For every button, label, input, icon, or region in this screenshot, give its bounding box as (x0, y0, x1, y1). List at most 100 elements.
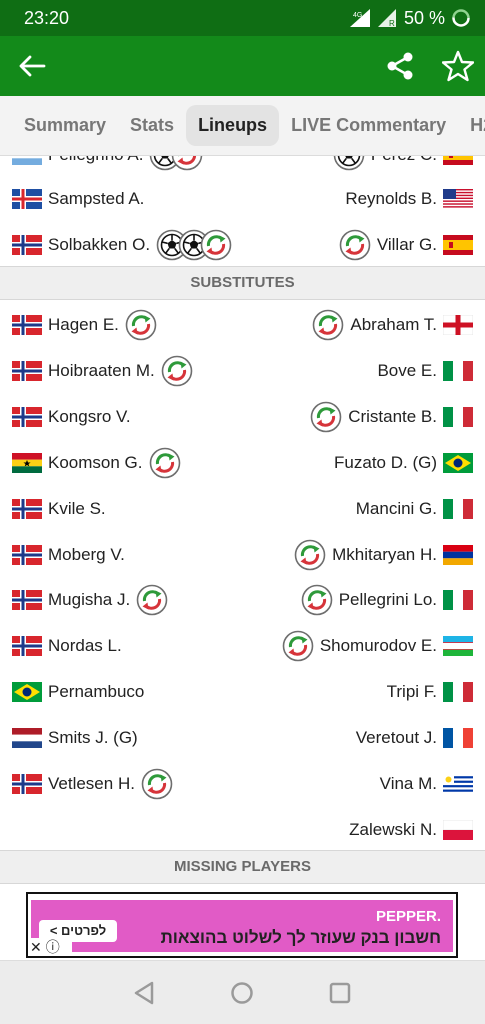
away-player[interactable]: Perez C. (333, 156, 473, 178)
away-player[interactable]: Tripi F. (387, 669, 473, 715)
tab-summary[interactable]: Summary (12, 105, 118, 146)
home-player[interactable]: Moberg V. (12, 532, 125, 578)
away-player-name: Reynolds B. (345, 189, 437, 208)
star-icon[interactable] (442, 50, 474, 82)
substitution-icon (282, 630, 314, 662)
substitution-icon (294, 539, 326, 570)
lineup-row[interactable]: Hoibraaten M. Bove E. (0, 348, 485, 394)
ad-banner[interactable]: PEPPER. חשבון בנק שעוזר לך לשלוט בהוצאות… (26, 892, 458, 958)
away-player[interactable]: Pellegrini Lo. (301, 577, 473, 623)
away-player-name: Mkhitaryan H. (332, 544, 437, 564)
away-player[interactable]: Shomurodov E. (282, 623, 473, 669)
home-player[interactable]: Solbakken O. (12, 222, 232, 268)
lineup-row[interactable]: Zalewski N. (0, 807, 485, 852)
lineup-row[interactable]: Kvile S. Mancini G. (0, 486, 485, 532)
away-player[interactable]: Mancini G. (356, 486, 473, 532)
lineup-row[interactable]: Hagen E. Abraham T. (0, 302, 485, 348)
lineup-row[interactable]: Sampsted A. Reynolds B. (0, 176, 485, 222)
substitution-icon (161, 355, 193, 387)
home-player[interactable]: Pernambuco (12, 669, 144, 715)
away-player-name: Vina M. (379, 774, 437, 793)
tab-live-commentary[interactable]: LIVE Commentary (279, 105, 458, 146)
home-player-name: Solbakken O. (48, 235, 151, 254)
spain-flag-icon (443, 156, 473, 165)
home-player[interactable]: Kvile S. (12, 486, 106, 532)
lineup-row[interactable]: Mugisha J. Pellegrini Lo. (0, 577, 485, 623)
home-player[interactable]: Sampsted A. (12, 176, 144, 222)
norway-flag-icon (12, 235, 42, 255)
nav-recents-icon[interactable] (326, 979, 354, 1007)
home-player-name: Mugisha J. (48, 590, 131, 610)
home-player[interactable]: Nordas L. (12, 623, 122, 669)
away-player[interactable]: Cristante B. (310, 394, 473, 440)
away-player[interactable]: Veretout J. (356, 715, 473, 761)
netherlands-flag-icon (12, 728, 42, 749)
substitution-icon (313, 309, 344, 341)
italy-flag-icon (443, 498, 473, 519)
ad-close-icon[interactable]: ✕ (30, 939, 42, 956)
ad-info-icon[interactable]: ⓘ (46, 937, 60, 957)
tab-lineups[interactable]: Lineups (186, 105, 280, 146)
italy-flag-icon (443, 682, 473, 703)
norway-flag-icon (12, 315, 42, 335)
home-player[interactable]: Kongsro V. (12, 394, 131, 440)
home-player[interactable]: Hagen E. (12, 302, 157, 348)
away-player[interactable]: Vina M. (380, 761, 473, 807)
away-player[interactable]: Mkhitaryan H. (294, 532, 473, 578)
svg-text:R: R (389, 19, 395, 27)
home-player-events (136, 584, 168, 616)
home-player[interactable]: Hoibraaten M. (12, 348, 193, 394)
lineup-row[interactable]: Vetlesen H. Vina M. (0, 761, 485, 807)
away-player[interactable]: Villar G. (339, 222, 473, 268)
home-player[interactable]: Mugisha J. (12, 577, 168, 623)
away-player[interactable]: Abraham T. (312, 302, 473, 348)
home-player-events (149, 447, 181, 479)
ad-content[interactable]: PEPPER. חשבון בנק שעוזר לך לשלוט בהוצאות… (31, 900, 453, 952)
tab-h2h[interactable]: H2 (458, 105, 485, 146)
away-player[interactable]: Fuzato D. (G) (334, 440, 473, 486)
substitution-icon (301, 585, 333, 616)
substitution-icon (310, 401, 342, 433)
home-player-name: Kvile S. (48, 498, 106, 518)
home-player-name: Moberg V. (48, 544, 125, 564)
uruguay-flag-icon (443, 774, 473, 794)
nav-home-icon[interactable] (228, 979, 256, 1007)
home-player-name: Hagen E. (48, 315, 119, 334)
away-player-name: Mancini G. (355, 498, 437, 518)
ad-controls: ✕ ⓘ (28, 938, 72, 956)
svg-text:4G: 4G (353, 12, 362, 19)
lineup-row[interactable]: Pellegrino A. Perez C. (0, 156, 485, 178)
home-player[interactable]: Pellegrino A. (12, 156, 203, 178)
tab-stats[interactable]: Stats (118, 105, 186, 146)
nav-back-icon[interactable] (130, 979, 158, 1007)
away-player[interactable]: Bove E. (377, 348, 473, 394)
substitution-icon (149, 447, 180, 478)
home-player[interactable]: Smits J. (G) (12, 715, 138, 761)
lineup-row[interactable]: Kongsro V. Cristante B. (0, 394, 485, 440)
away-player[interactable]: Reynolds B. (345, 176, 473, 222)
home-player[interactable]: Vetlesen H. (12, 761, 173, 807)
lineup-row[interactable]: Nordas L. Shomurodov E. (0, 623, 485, 669)
back-arrow-icon[interactable] (16, 50, 48, 82)
home-player[interactable]: Koomson G. (12, 440, 181, 486)
italy-flag-icon (443, 590, 473, 611)
norway-flag-icon (12, 774, 42, 794)
home-player-name: Pernambuco (48, 682, 145, 702)
argentina-flag-icon (12, 156, 42, 165)
away-player[interactable]: Zalewski N. (349, 807, 473, 852)
share-icon[interactable] (384, 50, 416, 82)
status-icons: 4G R 50 % (349, 8, 471, 29)
norway-flag-icon (12, 360, 42, 381)
app-bar (0, 36, 485, 96)
away-player-name: Cristante B. (348, 406, 437, 426)
lineup-row[interactable]: Pernambuco Tripi F. (0, 669, 485, 715)
lineup-row[interactable]: Koomson G. Fuzato D. (G) (0, 440, 485, 486)
brazil-flag-icon (443, 452, 473, 473)
lineup-row[interactable]: Moberg V. Mkhitaryan H. (0, 532, 485, 578)
lineup-row[interactable]: Smits J. (G) Veretout J. (0, 715, 485, 761)
lineup-list[interactable]: Pellegrino A. Perez C. Sampsted A. Reynolds… (0, 156, 485, 852)
away-player-events (333, 156, 365, 171)
home-player-events (156, 229, 232, 261)
lineup-row[interactable]: Solbakken O. Villar G. (0, 222, 485, 268)
ad-text: חשבון בנק שעוזר לך לשלוט בהוצאות (160, 928, 441, 947)
